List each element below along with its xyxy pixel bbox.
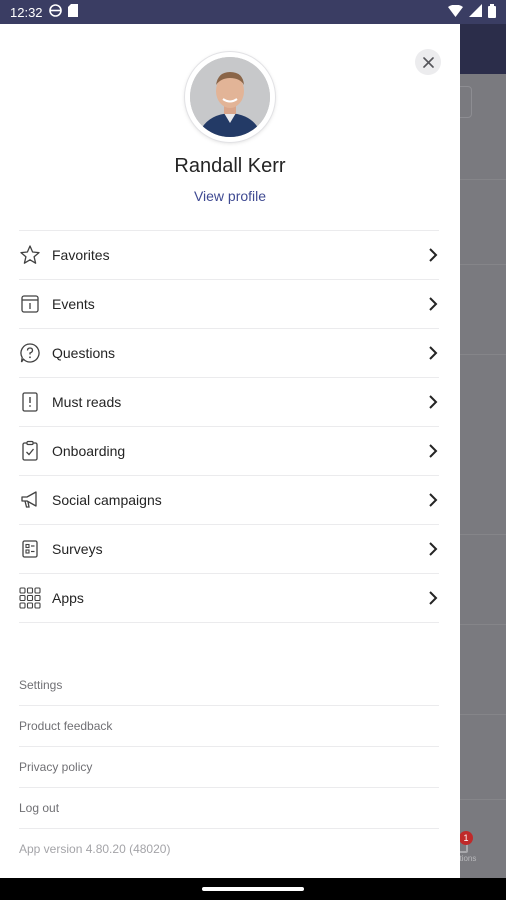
log-out-link[interactable]: Log out xyxy=(19,788,439,829)
status-bar-right xyxy=(448,3,496,21)
background-divider xyxy=(460,624,506,625)
avatar-photo xyxy=(190,57,270,137)
menu-item-label: Events xyxy=(52,296,95,312)
star-icon xyxy=(19,244,41,266)
menu-item-label: Questions xyxy=(52,345,116,361)
chevron-right-icon xyxy=(429,542,438,556)
settings-link[interactable]: Settings xyxy=(19,665,439,706)
chevron-right-icon xyxy=(429,297,438,311)
background-divider xyxy=(460,354,506,355)
must-read-icon xyxy=(19,391,41,413)
sd-card-icon xyxy=(67,4,79,20)
menu-item-questions[interactable]: Questions xyxy=(19,328,439,377)
drawer-footer: Settings Product feedback Privacy policy… xyxy=(19,665,439,869)
background-divider xyxy=(460,714,506,715)
home-gesture-handle[interactable] xyxy=(202,887,304,891)
menu-item-label: Apps xyxy=(52,590,84,606)
clipboard-check-icon xyxy=(19,440,41,462)
menu-item-events[interactable]: Events xyxy=(19,279,439,328)
clock: 12:32 xyxy=(10,4,43,20)
background-tab-label: ations xyxy=(455,854,477,863)
menu-item-onboarding[interactable]: Onboarding xyxy=(19,426,439,475)
avatar[interactable] xyxy=(185,52,275,142)
close-button[interactable] xyxy=(415,49,441,75)
product-feedback-link[interactable]: Product feedback xyxy=(19,706,439,747)
close-icon xyxy=(422,56,434,68)
menu-item-social-campaigns[interactable]: Social campaigns xyxy=(19,475,439,524)
drawer-menu: Favorites Events Questions Must reads On… xyxy=(19,230,439,623)
menu-item-favorites[interactable]: Favorites xyxy=(19,230,439,279)
profile-drawer: Randall Kerr View profile Favorites Even… xyxy=(0,24,460,878)
notification-badge: 1 xyxy=(459,831,473,845)
status-bar-left: 12:32 xyxy=(10,4,79,20)
privacy-policy-link[interactable]: Privacy policy xyxy=(19,747,439,788)
menu-item-label: Onboarding xyxy=(52,443,126,459)
question-icon xyxy=(19,342,41,364)
chevron-right-icon xyxy=(429,444,438,458)
menu-item-must-reads[interactable]: Must reads xyxy=(19,377,439,426)
chevron-right-icon xyxy=(429,248,438,262)
menu-item-label: Social campaigns xyxy=(52,492,162,508)
apps-grid-icon xyxy=(19,587,41,609)
background-divider xyxy=(460,534,506,535)
battery-icon xyxy=(488,3,496,21)
menu-item-surveys[interactable]: Surveys xyxy=(19,524,439,573)
chevron-right-icon xyxy=(429,395,438,409)
megaphone-icon xyxy=(19,489,41,511)
chevron-right-icon xyxy=(429,591,438,605)
menu-item-label: Favorites xyxy=(52,247,110,263)
menu-item-label: Surveys xyxy=(52,541,103,557)
menu-item-apps[interactable]: Apps xyxy=(19,573,439,623)
status-bar: 12:32 xyxy=(0,0,506,24)
chevron-right-icon xyxy=(429,493,438,507)
vpn-icon xyxy=(48,4,62,20)
calendar-icon xyxy=(19,293,41,315)
survey-icon xyxy=(19,538,41,560)
app-version: App version 4.80.20 (48020) xyxy=(19,842,171,856)
background-divider xyxy=(460,264,506,265)
background-divider xyxy=(460,799,506,800)
signal-icon xyxy=(469,4,482,20)
background-divider xyxy=(460,179,506,180)
user-name: Randall Kerr xyxy=(174,155,286,177)
chevron-right-icon xyxy=(429,346,438,360)
wifi-icon xyxy=(448,4,463,20)
view-profile-link[interactable]: View profile xyxy=(0,188,460,204)
menu-item-label: Must reads xyxy=(52,394,122,410)
